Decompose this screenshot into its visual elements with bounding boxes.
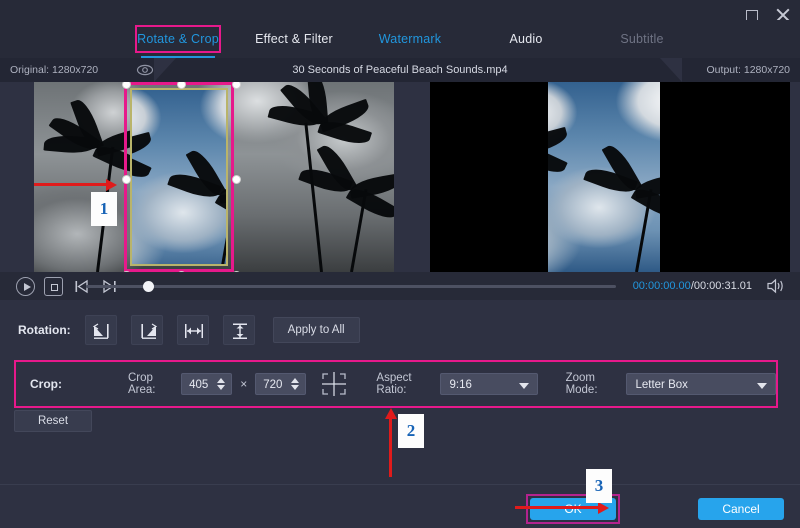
multiply-symbol: × xyxy=(240,377,247,391)
tab-audio-label: Audio xyxy=(510,32,543,46)
crop-label: Crop: xyxy=(30,377,62,391)
zoom-mode-value: Letter Box xyxy=(635,374,687,396)
rotation-row: Rotation: xyxy=(18,315,360,345)
tab-list: Rotate & Crop Effect & Filter Watermark … xyxy=(120,20,700,58)
edit-controls-area: Rotation: xyxy=(0,300,800,484)
crop-height-stepper[interactable]: 720 xyxy=(255,373,306,395)
timecode-display: 00:00:00.00/00:00:31.01 xyxy=(633,272,752,300)
chevron-down-icon xyxy=(757,383,767,389)
reset-button[interactable]: Reset xyxy=(14,410,92,432)
tab-subtitle[interactable]: Subtitle xyxy=(584,20,700,58)
annotation-number-2: 2 xyxy=(398,414,424,448)
annotation-arrow-2 xyxy=(389,417,392,477)
rotate-left-icon[interactable] xyxy=(85,315,117,345)
cropped-region-preview xyxy=(130,88,228,266)
center-crop-icon[interactable] xyxy=(320,371,348,397)
crop-area-label: Crop Area: xyxy=(128,372,173,396)
annotation-arrow-3 xyxy=(515,506,600,509)
playback-bar: 00:00:00.00/00:00:31.01 xyxy=(0,272,800,300)
aspect-ratio-select[interactable]: 9:16 xyxy=(440,373,537,395)
total-time-label: 00:00:31.01 xyxy=(694,280,752,292)
crop-height-increment[interactable] xyxy=(291,378,299,383)
chevron-down-icon xyxy=(519,383,529,389)
crop-width-decrement[interactable] xyxy=(217,385,225,390)
crop-settings-panel: Crop: Crop Area: 405 × 720 xyxy=(14,360,778,408)
strip-notch-right xyxy=(660,58,682,82)
seek-slider[interactable] xyxy=(86,285,616,288)
crop-height-value: 720 xyxy=(263,374,282,396)
apply-to-all-button[interactable]: Apply to All xyxy=(273,317,360,343)
crop-settings-row: Crop: Crop Area: 405 × 720 xyxy=(16,362,776,406)
flip-vertical-icon[interactable] xyxy=(223,315,255,345)
aspect-ratio-label: Aspect Ratio: xyxy=(376,372,432,396)
crop-handle-middle-left[interactable] xyxy=(122,175,131,184)
tab-subtitle-label: Subtitle xyxy=(620,32,663,46)
palm-silhouette xyxy=(320,178,394,272)
crop-width-increment[interactable] xyxy=(217,378,225,383)
zoom-mode-select[interactable]: Letter Box xyxy=(626,373,776,395)
volume-icon[interactable] xyxy=(766,277,786,295)
output-preview-pane[interactable] xyxy=(430,82,790,272)
crop-handle-middle-right[interactable] xyxy=(232,175,241,184)
rotation-label: Rotation: xyxy=(18,323,71,337)
flip-horizontal-icon[interactable] xyxy=(177,315,209,345)
cancel-button[interactable]: Cancel xyxy=(698,498,784,520)
rotate-right-icon[interactable] xyxy=(131,315,163,345)
zoom-mode-label: Zoom Mode: xyxy=(566,372,619,396)
crop-selection-box[interactable] xyxy=(124,82,234,272)
dialog-footer: OK Cancel xyxy=(0,484,800,528)
tab-rotate-crop[interactable]: Rotate & Crop xyxy=(120,20,236,58)
tab-effect-filter-label: Effect & Filter xyxy=(255,32,333,46)
strip-notch-left xyxy=(154,58,176,82)
current-time-label: 00:00:00.00 xyxy=(633,280,691,292)
output-video-frame xyxy=(548,82,660,272)
tab-bar: Rotate & Crop Effect & Filter Watermark … xyxy=(0,20,800,58)
tab-rotate-crop-label: Rotate & Crop xyxy=(137,32,219,46)
original-preview-pane[interactable] xyxy=(34,82,394,272)
annotation-number-1: 1 xyxy=(91,192,117,226)
crop-width-value: 405 xyxy=(189,374,208,396)
tab-watermark-label: Watermark xyxy=(379,32,441,46)
crop-width-stepper[interactable]: 405 xyxy=(181,373,232,395)
palm-silhouette xyxy=(270,106,390,272)
annotation-arrow-1 xyxy=(34,183,108,186)
aspect-ratio-value: 9:16 xyxy=(449,374,471,396)
output-resolution-label: Output: 1280x720 xyxy=(707,58,790,82)
crop-height-decrement[interactable] xyxy=(291,385,299,390)
video-editor-window: Rotate & Crop Effect & Filter Watermark … xyxy=(0,0,800,528)
tab-audio[interactable]: Audio xyxy=(468,20,584,58)
play-icon[interactable] xyxy=(16,277,35,296)
crop-selection-inner xyxy=(130,88,228,266)
stop-icon[interactable] xyxy=(44,277,63,296)
seek-slider-handle[interactable] xyxy=(143,281,154,292)
annotation-number-3: 3 xyxy=(586,469,612,503)
tab-watermark[interactable]: Watermark xyxy=(352,20,468,58)
tab-effect-filter[interactable]: Effect & Filter xyxy=(236,20,352,58)
